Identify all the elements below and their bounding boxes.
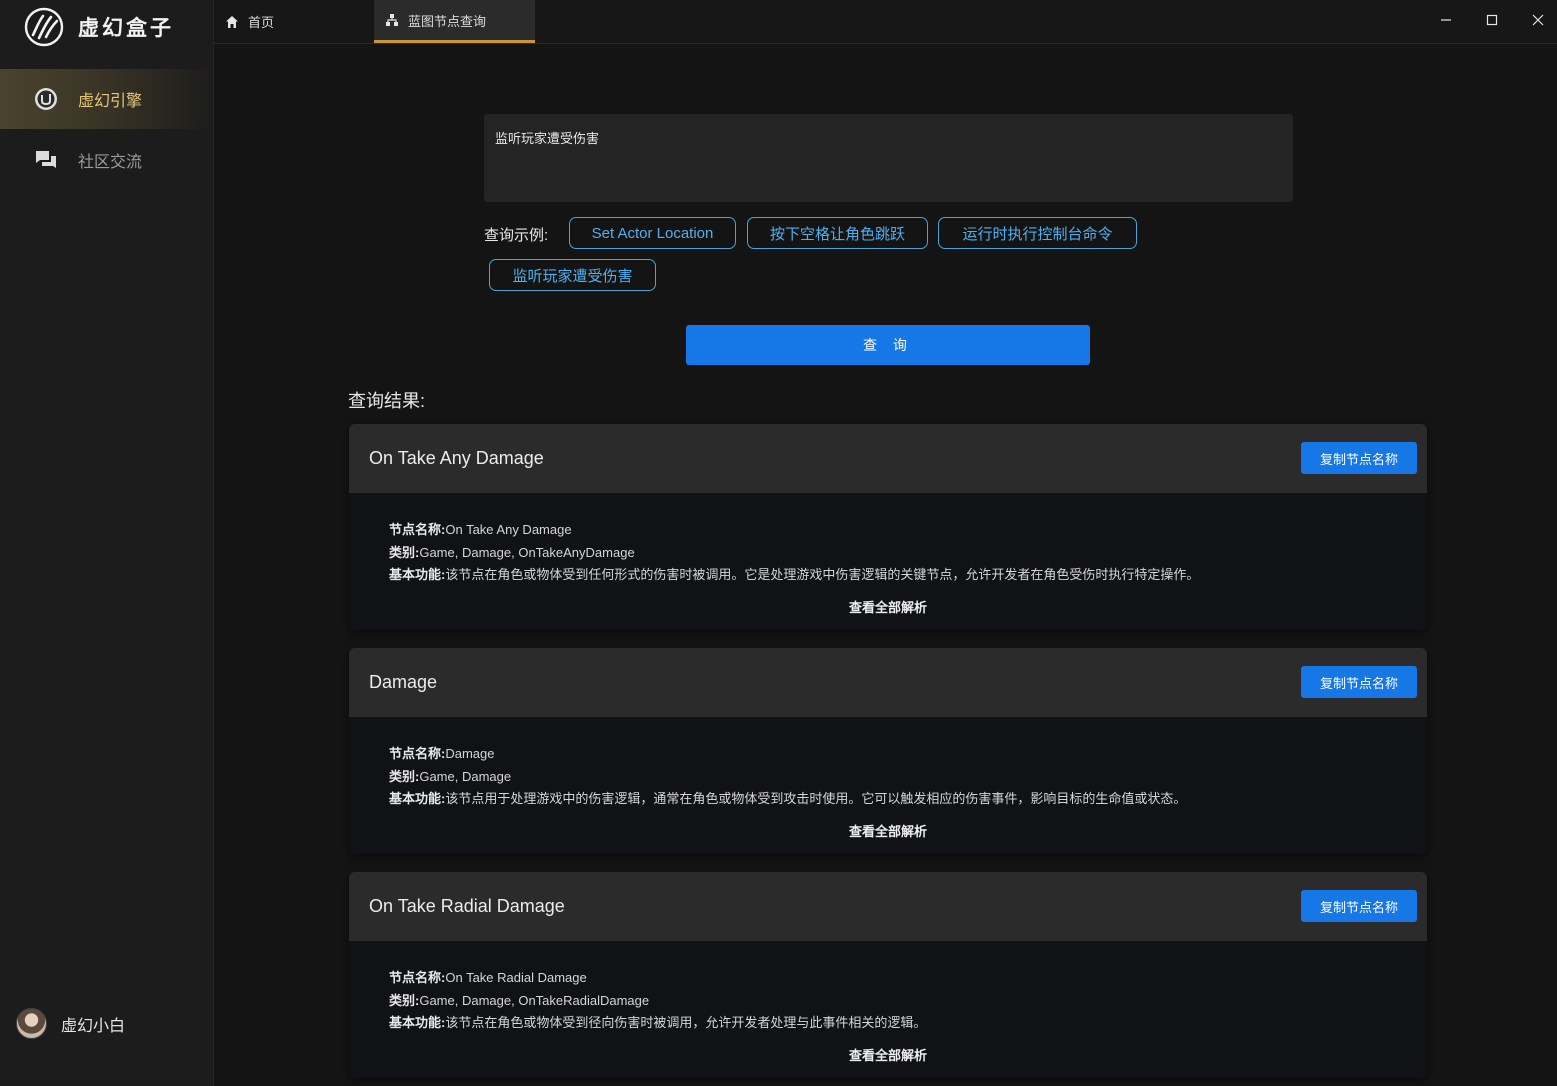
user-profile[interactable]: 虚幻小白 xyxy=(16,1008,125,1039)
result-card: On Take Radial Damage 复制节点名称 节点名称:On Tak… xyxy=(349,872,1427,1078)
function-value: 该节点在角色或物体受到任何形式的伤害时被调用。它是处理游戏中伤害逻辑的关键节点，… xyxy=(445,567,1200,582)
node-name-row: 节点名称:On Take Any Damage xyxy=(389,519,1427,542)
function-label: 基本功能: xyxy=(389,791,446,806)
app-window: 虚幻盒子 虚幻引擎 社区交流 虚幻小白 首页 蓝图节点查询 监听玩家遭受伤害 查… xyxy=(0,0,1557,1086)
sidebar-item-community[interactable]: 社区交流 xyxy=(0,130,213,190)
node-name-value: On Take Any Damage xyxy=(445,522,572,537)
sidebar-item-label: 社区交流 xyxy=(78,154,143,171)
result-card: Damage 复制节点名称 节点名称:Damage 类别:Game, Damag… xyxy=(349,648,1427,854)
view-full-analysis-link[interactable]: 查看全部解析 xyxy=(349,821,1427,840)
result-card-body: 节点名称:On Take Radial Damage 类别:Game, Dama… xyxy=(349,941,1427,1035)
category-label: 类别: xyxy=(389,768,420,784)
query-input[interactable]: 监听玩家遭受伤害 xyxy=(484,114,1293,202)
tab-label: 蓝图节点查询 xyxy=(408,13,487,29)
function-row: 基本功能:该节点用于处理游戏中的伤害逻辑，通常在角色或物体受到攻击时使用。它可以… xyxy=(389,788,1427,811)
brand-name: 虚幻盒子 xyxy=(78,17,174,40)
minimize-icon xyxy=(1441,19,1451,21)
unreal-engine-icon xyxy=(33,86,59,112)
result-card-title: Damage xyxy=(369,672,438,692)
example-chip[interactable]: Set Actor Location xyxy=(569,217,736,249)
result-card-body: 节点名称:Damage 类别:Game, Damage 基本功能:该节点用于处理… xyxy=(349,717,1427,811)
brand: 虚幻盒子 xyxy=(24,7,174,47)
chat-bubbles-icon xyxy=(33,147,59,173)
copy-node-name-button[interactable]: 复制节点名称 xyxy=(1301,666,1417,698)
sidebar-item-unreal-engine[interactable]: 虚幻引擎 xyxy=(0,69,213,129)
copy-node-name-button[interactable]: 复制节点名称 xyxy=(1301,442,1417,474)
node-name-label: 节点名称: xyxy=(389,746,446,761)
examples-label: 查询示例: xyxy=(484,227,549,244)
main-content: 监听玩家遭受伤害 查询示例: Set Actor Location 按下空格让角… xyxy=(215,45,1557,1086)
category-row: 类别:Game, Damage xyxy=(389,766,1427,789)
node-name-value: On Take Radial Damage xyxy=(445,970,587,985)
category-value: Game, Damage, OnTakeRadialDamage xyxy=(419,992,650,1008)
tab-home[interactable]: 首页 xyxy=(214,0,374,43)
results-title: 查询结果: xyxy=(348,391,426,411)
example-chip[interactable]: 按下空格让角色跳跃 xyxy=(747,217,928,249)
category-value: Game, Damage xyxy=(419,768,512,784)
node-name-row: 节点名称:On Take Radial Damage xyxy=(389,967,1427,990)
function-row: 基本功能:该节点在角色或物体受到径向伤害时被调用，允许开发者处理与此事件相关的逻… xyxy=(389,1012,1427,1035)
sidebar-item-label: 虚幻引擎 xyxy=(78,93,143,110)
result-card: On Take Any Damage 复制节点名称 节点名称:On Take A… xyxy=(349,424,1427,630)
user-name: 虚幻小白 xyxy=(61,1017,126,1035)
maximize-icon xyxy=(1486,14,1498,26)
avatar[interactable] xyxy=(16,1008,47,1039)
result-card-title: On Take Any Damage xyxy=(369,448,544,468)
minimize-button[interactable] xyxy=(1431,8,1461,32)
copy-node-name-button[interactable]: 复制节点名称 xyxy=(1301,890,1417,922)
view-full-analysis-link[interactable]: 查看全部解析 xyxy=(349,1045,1427,1064)
sitemap-icon xyxy=(384,12,400,28)
node-name-label: 节点名称: xyxy=(389,970,446,985)
result-card-title: On Take Radial Damage xyxy=(369,896,565,916)
category-row: 类别:Game, Damage, OnTakeAnyDamage xyxy=(389,542,1427,565)
example-chip[interactable]: 运行时执行控制台命令 xyxy=(938,217,1137,249)
query-button[interactable]: 查 询 xyxy=(686,325,1090,365)
close-icon xyxy=(1532,14,1544,26)
maximize-button[interactable] xyxy=(1477,8,1507,32)
function-label: 基本功能: xyxy=(389,567,446,582)
result-card-header: On Take Any Damage 复制节点名称 xyxy=(349,424,1427,493)
result-card-body: 节点名称:On Take Any Damage 类别:Game, Damage,… xyxy=(349,493,1427,587)
result-card-header: On Take Radial Damage 复制节点名称 xyxy=(349,872,1427,941)
category-label: 类别: xyxy=(389,544,420,560)
node-name-value: Damage xyxy=(445,746,495,761)
sidebar: 虚幻盒子 虚幻引擎 社区交流 虚幻小白 xyxy=(0,0,214,1086)
tab-bar: 首页 蓝图节点查询 xyxy=(214,0,1557,44)
category-row: 类别:Game, Damage, OnTakeRadialDamage xyxy=(389,990,1427,1013)
tab-label: 首页 xyxy=(248,15,275,30)
function-value: 该节点在角色或物体受到径向伤害时被调用，允许开发者处理与此事件相关的逻辑。 xyxy=(445,1015,927,1030)
function-label: 基本功能: xyxy=(389,1015,446,1030)
node-name-row: 节点名称:Damage xyxy=(389,743,1427,766)
function-row: 基本功能:该节点在角色或物体受到任何形式的伤害时被调用。它是处理游戏中伤害逻辑的… xyxy=(389,564,1427,587)
category-value: Game, Damage, OnTakeAnyDamage xyxy=(419,544,635,560)
category-label: 类别: xyxy=(389,992,420,1008)
home-icon xyxy=(224,14,240,30)
view-full-analysis-link[interactable]: 查看全部解析 xyxy=(349,597,1427,616)
tab-blueprint-node-query[interactable]: 蓝图节点查询 xyxy=(374,0,535,43)
example-chip[interactable]: 监听玩家遭受伤害 xyxy=(489,259,656,291)
brand-logo-icon xyxy=(24,7,64,47)
close-button[interactable] xyxy=(1523,8,1553,32)
function-value: 该节点用于处理游戏中的伤害逻辑，通常在角色或物体受到攻击时使用。它可以触发相应的… xyxy=(445,791,1187,806)
node-name-label: 节点名称: xyxy=(389,522,446,537)
result-card-header: Damage 复制节点名称 xyxy=(349,648,1427,717)
